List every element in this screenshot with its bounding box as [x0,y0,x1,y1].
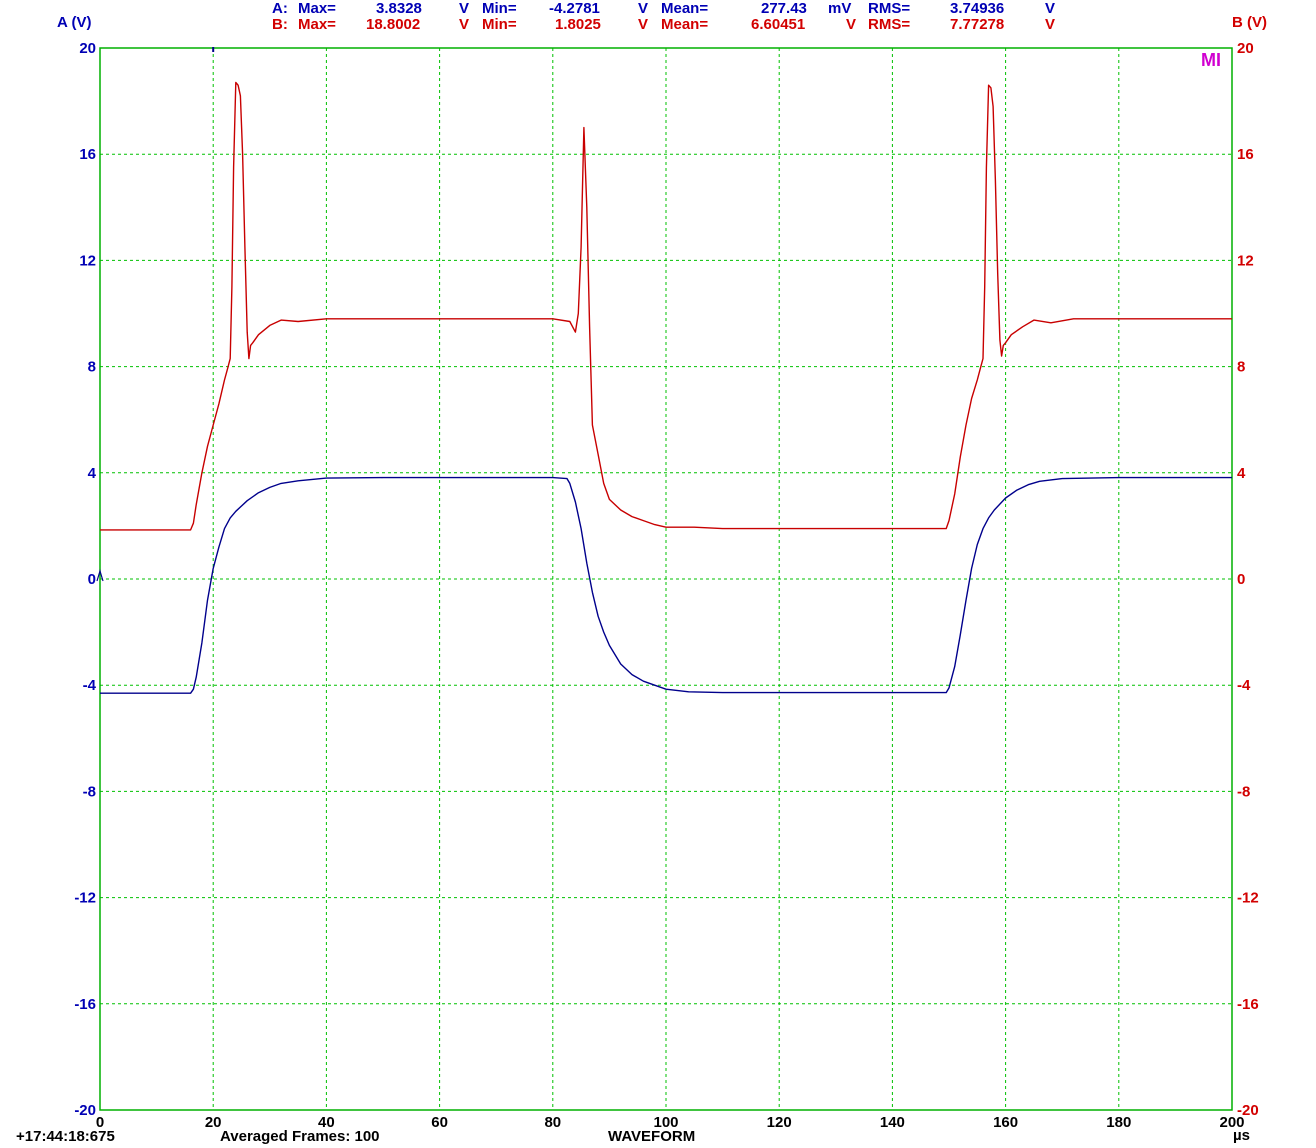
y-tick-label-right: -4 [1237,677,1251,694]
y-tick-label-left: 8 [88,359,96,376]
y-tick-label-right: 0 [1237,571,1245,588]
x-axis-unit: µs [1233,1127,1250,1144]
y-tick-label-left: -8 [83,783,96,800]
y-tick-label-left: -16 [74,996,96,1013]
timestamp: +17:44:18:675 [16,1128,115,1145]
y-tick-label-right: 16 [1237,146,1254,163]
y-tick-label-left: -4 [83,677,97,694]
y-tick-label-left: -12 [74,890,96,907]
x-tick-label: 80 [544,1114,561,1131]
y-tick-label-left: 0 [88,571,96,588]
x-tick-label: 160 [993,1114,1018,1131]
x-tick-label: 120 [767,1114,792,1131]
x-tick-label: 140 [880,1114,905,1131]
y-tick-label-left: 4 [88,465,97,482]
x-tick-label: 180 [1106,1114,1131,1131]
y-tick-label-left: -20 [74,1102,96,1119]
grid [100,48,1232,1110]
y-tick-label-left: 20 [79,40,96,57]
markers [96,47,215,582]
y-tick-label-right: -16 [1237,996,1259,1013]
x-tick-label: 60 [431,1114,448,1131]
y-tick-label-right: -8 [1237,783,1250,800]
y-tick-label-left: 16 [79,146,96,163]
y-tick-label-right: -12 [1237,890,1259,907]
y-tick-label-right: 20 [1237,40,1254,57]
y-tick-label-left: 12 [79,252,96,269]
y-tick-label-right: 4 [1237,465,1246,482]
averaged-frames: Averaged Frames: 100 [220,1128,380,1145]
y-tick-label-right: 12 [1237,252,1254,269]
waveform-chart[interactable]: 20 16 12 8 4 0 -4 -8 -12 -16 -20 20 16 12 8 4 0 -4 -8 -12 -1… [0,0,1316,1148]
display-mode: WAVEFORM [608,1128,696,1145]
y-tick-label-right: 8 [1237,359,1245,376]
